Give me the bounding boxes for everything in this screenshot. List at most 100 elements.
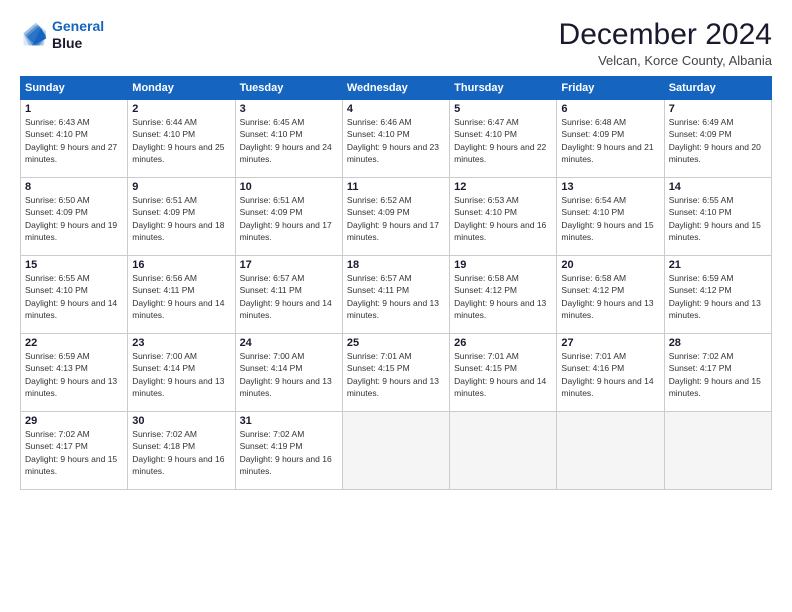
- sunset-text: Sunset: 4:11 PM: [347, 284, 445, 296]
- day-number: 31: [240, 415, 338, 427]
- calendar-week-row: 15Sunrise: 6:55 AMSunset: 4:10 PMDayligh…: [21, 256, 772, 334]
- day-number: 5: [454, 103, 552, 115]
- calendar-cell: 28Sunrise: 7:02 AMSunset: 4:17 PMDayligh…: [664, 334, 771, 412]
- calendar-cell: [664, 412, 771, 490]
- daylight-text: Daylight: 9 hours and 14 minutes.: [240, 297, 338, 322]
- sunrise-text: Sunrise: 6:52 AM: [347, 194, 445, 206]
- sunset-text: Sunset: 4:10 PM: [669, 206, 767, 218]
- sunset-text: Sunset: 4:18 PM: [132, 440, 230, 452]
- sunrise-text: Sunrise: 6:59 AM: [25, 350, 123, 362]
- calendar-cell: 27Sunrise: 7:01 AMSunset: 4:16 PMDayligh…: [557, 334, 664, 412]
- day-number: 13: [561, 181, 659, 193]
- sunrise-text: Sunrise: 6:53 AM: [454, 194, 552, 206]
- sunset-text: Sunset: 4:17 PM: [669, 362, 767, 374]
- daylight-text: Daylight: 9 hours and 19 minutes.: [25, 219, 123, 244]
- logo-text: General Blue: [52, 18, 104, 52]
- sunset-text: Sunset: 4:11 PM: [240, 284, 338, 296]
- day-info: Sunrise: 6:47 AMSunset: 4:10 PMDaylight:…: [454, 116, 552, 165]
- day-number: 14: [669, 181, 767, 193]
- sunrise-text: Sunrise: 6:51 AM: [240, 194, 338, 206]
- day-info: Sunrise: 7:00 AMSunset: 4:14 PMDaylight:…: [132, 350, 230, 399]
- calendar-cell: 26Sunrise: 7:01 AMSunset: 4:15 PMDayligh…: [450, 334, 557, 412]
- sunset-text: Sunset: 4:16 PM: [561, 362, 659, 374]
- day-number: 19: [454, 259, 552, 271]
- day-info: Sunrise: 7:01 AMSunset: 4:15 PMDaylight:…: [347, 350, 445, 399]
- day-number: 1: [25, 103, 123, 115]
- calendar-cell: 20Sunrise: 6:58 AMSunset: 4:12 PMDayligh…: [557, 256, 664, 334]
- day-info: Sunrise: 7:01 AMSunset: 4:15 PMDaylight:…: [454, 350, 552, 399]
- sunset-text: Sunset: 4:15 PM: [347, 362, 445, 374]
- day-info: Sunrise: 6:52 AMSunset: 4:09 PMDaylight:…: [347, 194, 445, 243]
- day-number: 16: [132, 259, 230, 271]
- calendar-cell: 21Sunrise: 6:59 AMSunset: 4:12 PMDayligh…: [664, 256, 771, 334]
- sunrise-text: Sunrise: 6:57 AM: [347, 272, 445, 284]
- day-info: Sunrise: 6:56 AMSunset: 4:11 PMDaylight:…: [132, 272, 230, 321]
- calendar-cell: [342, 412, 449, 490]
- daylight-text: Daylight: 9 hours and 13 minutes.: [561, 297, 659, 322]
- day-number: 30: [132, 415, 230, 427]
- daylight-text: Daylight: 9 hours and 14 minutes.: [132, 297, 230, 322]
- calendar-cell: 15Sunrise: 6:55 AMSunset: 4:10 PMDayligh…: [21, 256, 128, 334]
- sunset-text: Sunset: 4:10 PM: [25, 128, 123, 140]
- calendar-cell: 18Sunrise: 6:57 AMSunset: 4:11 PMDayligh…: [342, 256, 449, 334]
- sunset-text: Sunset: 4:10 PM: [454, 206, 552, 218]
- daylight-text: Daylight: 9 hours and 18 minutes.: [132, 219, 230, 244]
- day-info: Sunrise: 6:58 AMSunset: 4:12 PMDaylight:…: [454, 272, 552, 321]
- day-info: Sunrise: 6:45 AMSunset: 4:10 PMDaylight:…: [240, 116, 338, 165]
- sunset-text: Sunset: 4:12 PM: [561, 284, 659, 296]
- day-info: Sunrise: 6:46 AMSunset: 4:10 PMDaylight:…: [347, 116, 445, 165]
- sunrise-text: Sunrise: 6:55 AM: [25, 272, 123, 284]
- day-number: 11: [347, 181, 445, 193]
- daylight-text: Daylight: 9 hours and 24 minutes.: [240, 141, 338, 166]
- day-info: Sunrise: 7:02 AMSunset: 4:17 PMDaylight:…: [25, 428, 123, 477]
- sunrise-text: Sunrise: 6:59 AM: [669, 272, 767, 284]
- day-number: 18: [347, 259, 445, 271]
- day-info: Sunrise: 6:43 AMSunset: 4:10 PMDaylight:…: [25, 116, 123, 165]
- daylight-text: Daylight: 9 hours and 13 minutes.: [25, 375, 123, 400]
- sunrise-text: Sunrise: 6:58 AM: [454, 272, 552, 284]
- sunrise-text: Sunrise: 6:48 AM: [561, 116, 659, 128]
- calendar-cell: 7Sunrise: 6:49 AMSunset: 4:09 PMDaylight…: [664, 100, 771, 178]
- logo-line2: Blue: [52, 35, 104, 52]
- calendar-cell: 16Sunrise: 6:56 AMSunset: 4:11 PMDayligh…: [128, 256, 235, 334]
- calendar-cell: 10Sunrise: 6:51 AMSunset: 4:09 PMDayligh…: [235, 178, 342, 256]
- sunrise-text: Sunrise: 6:57 AM: [240, 272, 338, 284]
- calendar-cell: 11Sunrise: 6:52 AMSunset: 4:09 PMDayligh…: [342, 178, 449, 256]
- subtitle: Velcan, Korce County, Albania: [559, 53, 772, 68]
- sunrise-text: Sunrise: 7:00 AM: [132, 350, 230, 362]
- sunrise-text: Sunrise: 7:02 AM: [669, 350, 767, 362]
- calendar-cell: 22Sunrise: 6:59 AMSunset: 4:13 PMDayligh…: [21, 334, 128, 412]
- sunset-text: Sunset: 4:14 PM: [240, 362, 338, 374]
- calendar-cell: 17Sunrise: 6:57 AMSunset: 4:11 PMDayligh…: [235, 256, 342, 334]
- daylight-text: Daylight: 9 hours and 15 minutes.: [669, 219, 767, 244]
- sunset-text: Sunset: 4:09 PM: [240, 206, 338, 218]
- sunrise-text: Sunrise: 6:43 AM: [25, 116, 123, 128]
- sunset-text: Sunset: 4:09 PM: [561, 128, 659, 140]
- day-number: 26: [454, 337, 552, 349]
- calendar-week-row: 29Sunrise: 7:02 AMSunset: 4:17 PMDayligh…: [21, 412, 772, 490]
- sunrise-text: Sunrise: 6:46 AM: [347, 116, 445, 128]
- title-block: December 2024 Velcan, Korce County, Alba…: [559, 18, 772, 68]
- calendar-cell: 13Sunrise: 6:54 AMSunset: 4:10 PMDayligh…: [557, 178, 664, 256]
- daylight-text: Daylight: 9 hours and 16 minutes.: [132, 453, 230, 478]
- sunrise-text: Sunrise: 7:01 AM: [347, 350, 445, 362]
- day-info: Sunrise: 6:57 AMSunset: 4:11 PMDaylight:…: [240, 272, 338, 321]
- day-number: 20: [561, 259, 659, 271]
- daylight-text: Daylight: 9 hours and 20 minutes.: [669, 141, 767, 166]
- daylight-text: Daylight: 9 hours and 13 minutes.: [240, 375, 338, 400]
- calendar-cell: 30Sunrise: 7:02 AMSunset: 4:18 PMDayligh…: [128, 412, 235, 490]
- sunset-text: Sunset: 4:10 PM: [25, 284, 123, 296]
- calendar-cell: 25Sunrise: 7:01 AMSunset: 4:15 PMDayligh…: [342, 334, 449, 412]
- day-number: 7: [669, 103, 767, 115]
- daylight-text: Daylight: 9 hours and 13 minutes.: [132, 375, 230, 400]
- sunset-text: Sunset: 4:12 PM: [669, 284, 767, 296]
- calendar-cell: 31Sunrise: 7:02 AMSunset: 4:19 PMDayligh…: [235, 412, 342, 490]
- daylight-text: Daylight: 9 hours and 14 minutes.: [454, 375, 552, 400]
- daylight-text: Daylight: 9 hours and 17 minutes.: [347, 219, 445, 244]
- day-number: 3: [240, 103, 338, 115]
- daylight-text: Daylight: 9 hours and 23 minutes.: [347, 141, 445, 166]
- sunrise-text: Sunrise: 7:02 AM: [25, 428, 123, 440]
- calendar-header-row: SundayMondayTuesdayWednesdayThursdayFrid…: [21, 77, 772, 100]
- month-title: December 2024: [559, 18, 772, 51]
- weekday-header: Monday: [128, 77, 235, 100]
